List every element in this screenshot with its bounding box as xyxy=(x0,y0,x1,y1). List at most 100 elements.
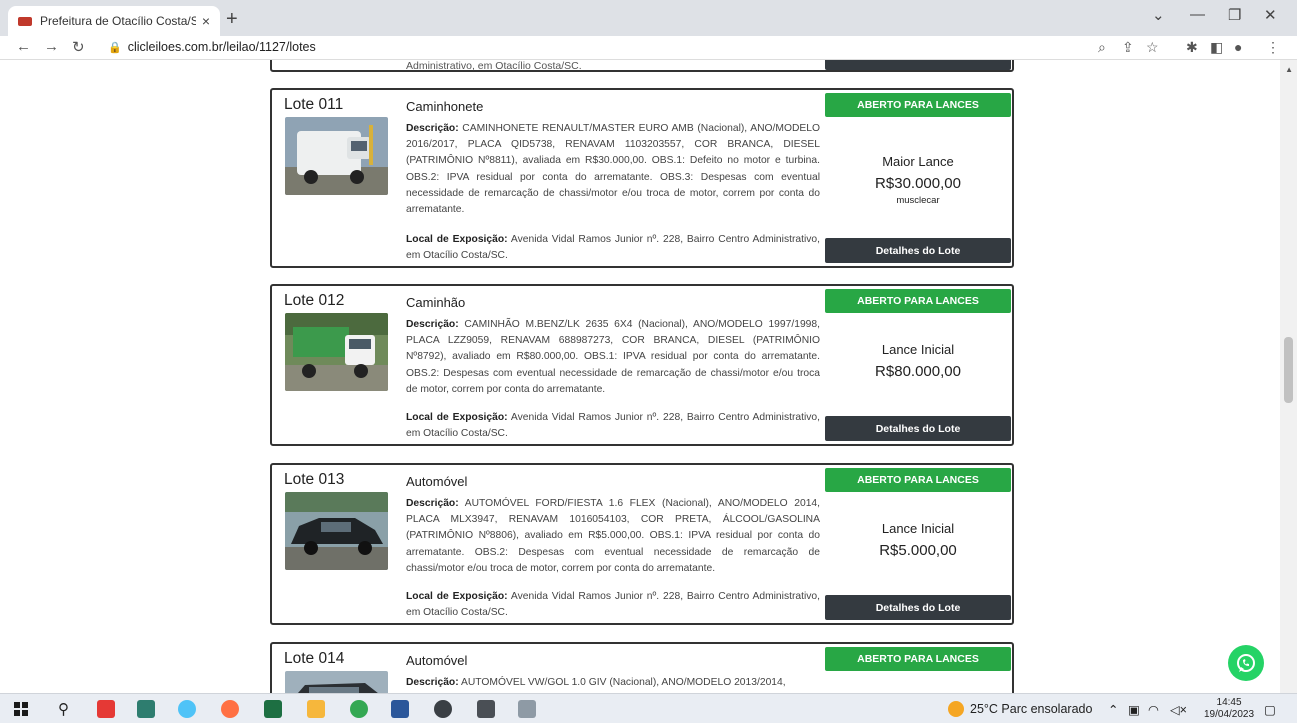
bid-value: R$5.000,00 xyxy=(879,542,957,559)
weather-sun-icon[interactable] xyxy=(948,701,964,717)
description-text: AUTOMÓVEL VW/GOL 1.0 GIV (Nacional), ANO… xyxy=(460,677,786,688)
taskbar-word-icon[interactable] xyxy=(391,700,409,718)
location-label: Local de Exposição: xyxy=(406,412,508,423)
scrollbar-thumb[interactable] xyxy=(1284,337,1293,403)
description-text: CAMINHONETE RENAULT/MASTER EURO AMB (Nac… xyxy=(406,123,820,216)
description-text: CAMINHÃO M.BENZ/LK 2635 6X4 (Nacional), … xyxy=(406,319,820,395)
whatsapp-icon xyxy=(1237,654,1255,672)
description-label: Descrição: xyxy=(406,677,459,688)
weather-text[interactable]: 25°C Parc ensolarado xyxy=(970,702,1092,716)
side-panel-icon[interactable]: ◧ xyxy=(1210,39,1223,56)
lot-location: Local de Exposição: Avenida Vidal Ramos … xyxy=(406,589,820,621)
tab-search-chevron-icon[interactable]: ⌄ xyxy=(1152,6,1165,24)
lot-card-013: Lote 013 Automóvel Descrição: AUTOMÓVEL … xyxy=(270,463,1014,625)
page-viewport: Administrativo, em Otacílio Costa/SC. Lo… xyxy=(0,60,1297,693)
clock-time: 14:45 xyxy=(1216,697,1242,708)
taskbar-app-gray-icon[interactable] xyxy=(518,700,536,718)
browser-tab[interactable]: Prefeitura de Otacílio Costa/SC : × xyxy=(8,6,220,36)
lock-icon: 🔒 xyxy=(108,42,122,54)
lot-location: Local de Exposição: Avenida Vidal Ramos … xyxy=(406,410,820,442)
tray-device-icon[interactable]: ▣ xyxy=(1128,702,1140,717)
lot-photo-car[interactable] xyxy=(285,671,388,693)
lot-description: Descrição: CAMINHÃO M.BENZ/LK 2635 6X4 (… xyxy=(406,317,820,398)
taskbar-firefox-icon[interactable] xyxy=(221,700,239,718)
close-window-icon[interactable]: ✕ xyxy=(1264,6,1277,24)
lot-photo-truck[interactable] xyxy=(285,313,388,391)
lot-category: Caminhão xyxy=(406,295,466,310)
bid-info: Maior Lance R$30.000,00 musclecar xyxy=(825,154,1011,206)
description-label: Descrição: xyxy=(406,123,459,134)
bookmark-star-icon[interactable]: ☆ xyxy=(1146,39,1159,56)
minimize-icon[interactable]: — xyxy=(1190,6,1205,23)
bid-info: Lance Inicial R$80.000,00 xyxy=(825,342,1011,380)
status-open-for-bids-button[interactable]: ABERTO PARA LANCES xyxy=(825,468,1011,492)
windows-start-icon[interactable] xyxy=(14,702,28,716)
taskbar-calculator-icon[interactable] xyxy=(477,700,495,718)
lot-details-button[interactable]: Detalhes do Lote xyxy=(825,595,1011,620)
taskbar-app-teal-icon[interactable] xyxy=(137,700,155,718)
whatsapp-chat-button[interactable] xyxy=(1228,645,1264,681)
taskbar-app-red-icon[interactable] xyxy=(97,700,115,718)
zoom-icon[interactable]: ⌕ xyxy=(1098,39,1106,56)
maximize-icon[interactable]: ❐ xyxy=(1228,6,1241,24)
profile-avatar-icon[interactable]: ● xyxy=(1234,39,1242,55)
tab-close-icon[interactable]: × xyxy=(202,13,210,29)
bid-value: R$30.000,00 xyxy=(875,175,961,192)
lot-category: Automóvel xyxy=(406,474,468,489)
lot-number: Lote 014 xyxy=(284,650,345,667)
status-open-for-bids-button[interactable]: ABERTO PARA LANCES xyxy=(825,289,1011,313)
tray-chevron-up-icon[interactable]: ⌃ xyxy=(1108,702,1118,717)
taskbar-clock[interactable]: 14:45 19/04/2023 xyxy=(1204,697,1254,721)
status-open-for-bids-button[interactable]: ABERTO PARA LANCES xyxy=(825,93,1011,117)
extensions-puzzle-icon[interactable]: ✱ xyxy=(1186,39,1198,56)
lot-card-012: Lote 012 Caminhão Descrição: CAMINHÃO M.… xyxy=(270,284,1014,446)
taskbar-search-icon[interactable]: ⚲ xyxy=(58,700,69,718)
taskbar-whatsapp-icon[interactable] xyxy=(434,700,452,718)
new-tab-button[interactable]: + xyxy=(226,8,238,31)
lot-number: Lote 013 xyxy=(284,471,345,488)
status-open-for-bids-button[interactable]: ABERTO PARA LANCES xyxy=(825,647,1011,671)
tab-title: Prefeitura de Otacílio Costa/SC : xyxy=(40,14,196,28)
lot-details-button[interactable]: Detalhes do Lote xyxy=(825,416,1011,441)
previous-lot-details-button[interactable] xyxy=(825,60,1011,70)
location-label: Local de Exposição: xyxy=(406,591,508,602)
previous-lot-card-fragment: Administrativo, em Otacílio Costa/SC. xyxy=(270,60,1014,72)
browser-menu-icon[interactable]: ⋮ xyxy=(1266,39,1280,56)
notifications-icon[interactable]: ▢ xyxy=(1264,702,1276,717)
page-scrollbar[interactable]: ▲ xyxy=(1280,60,1297,693)
bid-value: R$80.000,00 xyxy=(875,363,961,380)
description-label: Descrição: xyxy=(406,498,459,509)
lot-number: Lote 012 xyxy=(284,292,345,309)
windows-taskbar: ⚲ 25°C Parc ensolarado ⌃ ▣ ◠ ◁× 14:45 19… xyxy=(0,693,1297,723)
lot-location: Local de Exposição: Avenida Vidal Ramos … xyxy=(406,232,820,264)
location-label: Local de Exposição: xyxy=(406,234,508,245)
tray-speaker-icon[interactable]: ◁× xyxy=(1170,702,1187,717)
url-field[interactable]: 🔒 clicleiloes.com.br/leilao/1127/lotes xyxy=(108,40,316,54)
site-favicon-icon xyxy=(18,16,32,26)
reload-icon[interactable]: ↻ xyxy=(72,38,85,56)
previous-lot-location-fragment: Administrativo, em Otacílio Costa/SC. xyxy=(406,60,582,72)
bid-info: Lance Inicial R$5.000,00 xyxy=(825,521,1011,559)
taskbar-edge-icon[interactable] xyxy=(178,700,196,718)
description-label: Descrição: xyxy=(406,319,459,330)
lot-photo-van[interactable] xyxy=(285,117,388,195)
bid-user: musclecar xyxy=(896,195,940,206)
scroll-up-arrow-icon[interactable]: ▲ xyxy=(1285,65,1293,74)
taskbar-file-explorer-icon[interactable] xyxy=(307,700,325,718)
forward-arrow-icon[interactable]: → xyxy=(44,38,59,55)
lot-description: Descrição: AUTOMÓVEL VW/GOL 1.0 GIV (Nac… xyxy=(406,675,820,691)
description-text: AUTOMÓVEL FORD/FIESTA 1.6 FLEX (Nacional… xyxy=(406,498,821,574)
lot-details-button[interactable]: Detalhes do Lote xyxy=(825,238,1011,263)
taskbar-excel-icon[interactable] xyxy=(264,700,282,718)
lot-category: Automóvel xyxy=(406,653,468,668)
bid-label: Lance Inicial xyxy=(881,342,955,357)
lot-photo-car[interactable] xyxy=(285,492,388,570)
taskbar-chrome-icon[interactable] xyxy=(350,700,368,718)
share-icon[interactable]: ⇪ xyxy=(1122,39,1134,56)
lot-card-011: Lote 011 Caminhonete Descrição: CAMINHON… xyxy=(270,88,1014,268)
clock-date: 19/04/2023 xyxy=(1204,709,1255,720)
lot-number: Lote 011 xyxy=(284,96,344,113)
lot-description: Descrição: CAMINHONETE RENAULT/MASTER EU… xyxy=(406,121,820,218)
tray-network-icon[interactable]: ◠ xyxy=(1148,702,1159,717)
back-arrow-icon[interactable]: ← xyxy=(16,38,31,55)
